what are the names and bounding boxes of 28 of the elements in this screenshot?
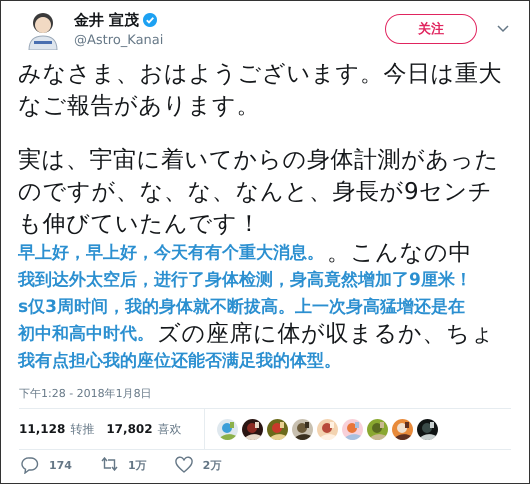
tweet-text: みなさま、おはようございます。今日は重大 xyxy=(18,60,502,88)
tweet-text: 。こんなの中 xyxy=(327,239,472,268)
stat-label[interactable]: 喜欢 xyxy=(158,420,182,438)
timestamp[interactable]: 下午1:28 - 2018年1月8日 xyxy=(1,374,529,408)
tweet-text: なご報告があります。 xyxy=(18,92,260,120)
subtitle-text: 我到达外太空后，进行了身体检测，身高竟然增加了9厘米！ xyxy=(18,269,472,291)
tweet-text: も伸びていたんです！ xyxy=(18,210,261,238)
reply-icon[interactable] xyxy=(21,456,39,474)
subtitle-text: s仅3周时间，我的身体就不断拔高。上一次身高猛增还是在 xyxy=(18,296,465,318)
tweet-text: ズの座席に体が収まるか、ちょ xyxy=(157,320,495,349)
subtitle-text: 早上好，早上好，今天有有个重大消息。 xyxy=(18,242,324,264)
author-handle[interactable]: @Astro_Kanai xyxy=(74,32,385,48)
subtitle-text: 我有点担心我的座位还能否满足我的体型。 xyxy=(18,350,341,372)
author-name: 金井 宣茂 xyxy=(74,10,140,30)
stat-count[interactable]: 11,128 xyxy=(19,422,66,436)
stat-count[interactable]: 17,802 xyxy=(106,422,153,436)
heart-icon[interactable] xyxy=(174,456,193,474)
stat-label[interactable]: 转推 xyxy=(70,420,94,438)
follow-button[interactable]: 关注 xyxy=(385,14,477,44)
action-count: 1万 xyxy=(128,458,147,472)
action-count: 2万 xyxy=(202,458,222,472)
tweet-text: のですが、な、な、なんと、身長が9センチ xyxy=(18,178,493,206)
subtitle-text: 初中和高中时代。 xyxy=(18,323,154,345)
retweet-icon[interactable] xyxy=(100,456,118,474)
chevron-down-icon[interactable] xyxy=(497,25,509,33)
avatar-icon xyxy=(26,10,60,50)
action-count: 174 xyxy=(49,458,72,472)
tweet-text: 実は、宇宙に着いてからの身体計測があった xyxy=(18,146,499,174)
